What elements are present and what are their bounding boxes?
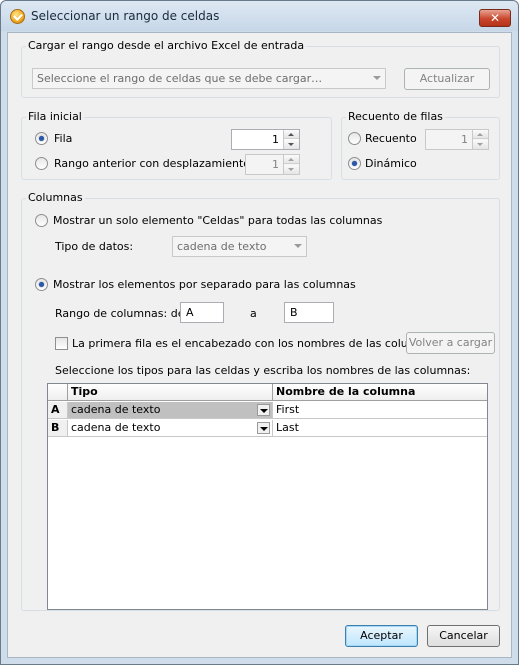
- dialog-body: Cargar el rango desde el archivo Excel d…: [7, 32, 512, 658]
- column-range-label: Rango de columnas: de: [55, 307, 185, 320]
- offset-spinner-value: 1: [272, 158, 279, 171]
- grid-name-cell[interactable]: Last: [273, 420, 487, 437]
- row-spinner[interactable]: 1: [231, 129, 300, 150]
- accept-button[interactable]: Aceptar: [345, 625, 418, 647]
- range-to-input[interactable]: B: [284, 302, 334, 323]
- update-button[interactable]: Actualizar: [404, 68, 490, 90]
- load-range-legend: Cargar el rango desde el archivo Excel d…: [26, 39, 307, 52]
- spin-down-icon[interactable]: [473, 140, 488, 149]
- data-type-value: cadena de texto: [177, 240, 267, 253]
- start-row-legend: Fila inicial: [26, 110, 84, 123]
- dynamic-option-label: Dinámico: [365, 157, 417, 170]
- dropdown-arrow-icon[interactable]: [257, 422, 270, 434]
- single-element-radio[interactable]: [35, 214, 48, 227]
- count-radio[interactable]: [348, 132, 361, 145]
- grid-caption: Seleccione los tipos para las celdas y e…: [55, 364, 471, 377]
- grid-row-header[interactable]: A: [48, 402, 68, 419]
- grid-type-value: cadena de texto: [71, 403, 161, 416]
- grid-type-value: cadena de texto: [71, 421, 161, 434]
- grid-type-cell[interactable]: cadena de texto: [68, 420, 273, 437]
- separate-elements-radio[interactable]: [35, 278, 48, 291]
- title-bar[interactable]: Seleccionar un rango de celdas ✕: [1, 1, 518, 31]
- range-combo-placeholder: Seleccione el rango de celdas que se deb…: [37, 72, 323, 85]
- close-button[interactable]: ✕: [479, 9, 511, 27]
- load-range-group: Cargar el rango desde el archivo Excel d…: [21, 39, 500, 98]
- spin-up-icon[interactable]: [284, 155, 299, 164]
- range-from-input[interactable]: A: [180, 302, 224, 323]
- previous-range-label: Rango anterior con desplazamiento de: [54, 157, 268, 170]
- cancel-button[interactable]: Cancelar: [427, 625, 500, 647]
- grid-row-header[interactable]: B: [48, 420, 68, 437]
- columns-legend: Columnas: [26, 191, 85, 204]
- dynamic-radio[interactable]: [348, 157, 361, 170]
- grid-name-cell[interactable]: First: [273, 402, 487, 419]
- count-spinner-value: 1: [461, 133, 468, 146]
- offset-spinner[interactable]: 1: [245, 154, 300, 175]
- single-element-label: Mostrar un solo elemento "Celdas" para t…: [53, 214, 383, 227]
- reload-button[interactable]: Volver a cargar: [406, 332, 495, 354]
- row-count-group: Recuento de filas Recuento 1 Dinámico: [341, 110, 500, 180]
- dialog-window: Seleccionar un rango de celdas ✕ Cargar …: [0, 0, 519, 665]
- separate-elements-label: Mostrar los elementos por separado para …: [53, 278, 356, 291]
- app-logo-icon: [10, 9, 25, 24]
- count-spinner[interactable]: 1: [425, 129, 489, 150]
- count-option-label: Recuento: [365, 132, 417, 145]
- row-option-label: Fila: [54, 132, 73, 145]
- range-combo[interactable]: Seleccione el rango de celdas que se deb…: [32, 68, 386, 89]
- grid-header-name[interactable]: Nombre de la columna: [273, 384, 487, 401]
- data-type-combo[interactable]: cadena de texto: [172, 236, 307, 257]
- row-spinner-value: 1: [272, 133, 279, 146]
- spin-down-icon[interactable]: [284, 165, 299, 174]
- header-row-checkbox[interactable]: [55, 337, 68, 350]
- range-to-label: a: [250, 307, 257, 320]
- previous-range-radio[interactable]: [35, 157, 48, 170]
- spin-up-icon[interactable]: [284, 130, 299, 139]
- spin-down-icon[interactable]: [284, 140, 299, 149]
- header-row-label: La primera fila es el encabezado con los…: [72, 337, 438, 350]
- spin-up-icon[interactable]: [473, 130, 488, 139]
- window-title: Seleccionar un rango de celdas: [31, 9, 220, 23]
- start-row-group: Fila inicial Fila 1 Rango anterior con d…: [21, 110, 332, 180]
- column-types-grid: Tipo Nombre de la columna A cadena de te…: [47, 383, 488, 610]
- row-count-legend: Recuento de filas: [346, 110, 445, 123]
- chevron-down-icon: [373, 76, 381, 80]
- dropdown-arrow-icon[interactable]: [257, 404, 270, 416]
- chevron-down-icon: [294, 244, 302, 248]
- grid-type-cell[interactable]: cadena de texto: [68, 402, 273, 419]
- grid-header-type[interactable]: Tipo: [68, 384, 273, 401]
- data-type-label: Tipo de datos:: [55, 240, 134, 253]
- grid-header-col: [48, 384, 68, 401]
- row-radio[interactable]: [35, 132, 48, 145]
